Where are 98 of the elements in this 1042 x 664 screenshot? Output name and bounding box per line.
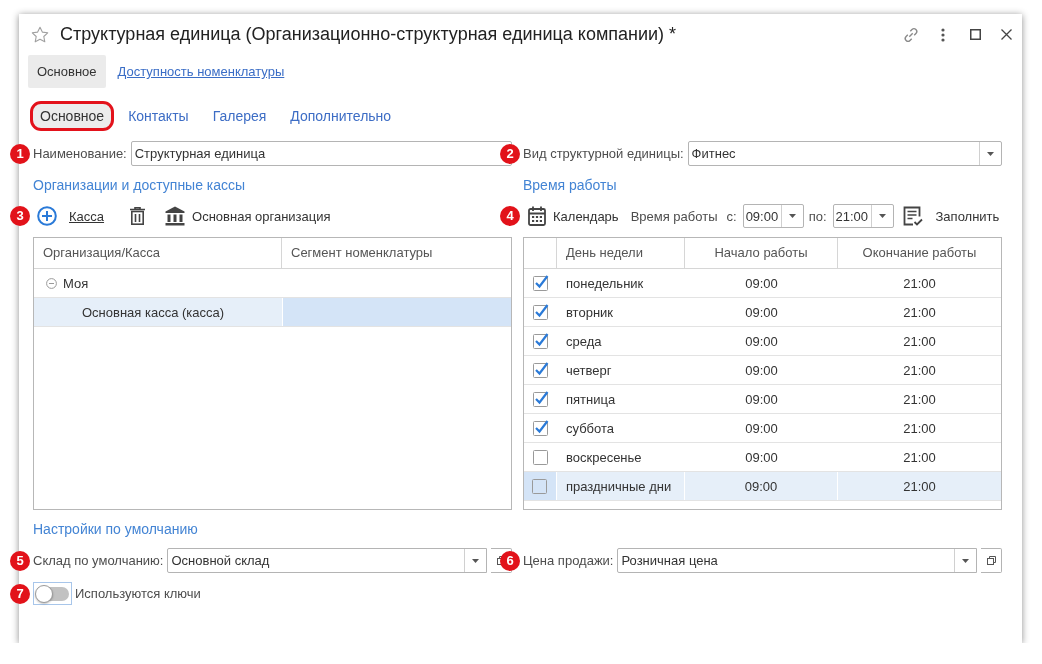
table-cell: 21:00	[903, 420, 936, 436]
maximize-icon[interactable]	[970, 29, 981, 40]
trash-icon[interactable]	[130, 207, 146, 225]
section-heading: Организации и доступные кассы	[33, 176, 247, 195]
open-button[interactable]	[981, 548, 1002, 573]
step-marker: 7	[10, 583, 30, 604]
table-cell: 09:00	[745, 362, 778, 378]
section-heading: Настройки по умолчанию	[33, 520, 199, 539]
from-label: с:	[726, 208, 737, 224]
table-row[interactable]: среда 09:00 21:00	[524, 327, 1001, 356]
column-header[interactable]: День недели	[557, 238, 685, 268]
tab[interactable]: Контакты	[118, 101, 199, 131]
dropdown-field[interactable]: Основной склад	[167, 548, 487, 573]
field-label: Вид структурной единицы:	[523, 146, 684, 161]
table-cell: среда	[566, 333, 602, 349]
checkbox[interactable]	[532, 449, 549, 465]
close-icon[interactable]	[1001, 29, 1012, 40]
table-cell: Моя	[63, 275, 89, 291]
table-cell: 21:00	[903, 478, 936, 494]
table-row[interactable]: вторник 09:00 21:00	[524, 298, 1001, 327]
time-field[interactable]: 09:00	[742, 204, 804, 228]
window-title: Структурная единица (Организационно-структурная единица компании) *	[60, 24, 677, 45]
checkbox[interactable]	[532, 478, 548, 494]
section-heading: Время работы	[523, 176, 618, 195]
field-label: Цена продажи:	[523, 553, 614, 568]
checkbox[interactable]	[532, 391, 549, 407]
column-header[interactable]: Сегмент номенклатуры	[282, 238, 511, 268]
time-field[interactable]: 21:00	[832, 204, 894, 228]
checkbox[interactable]	[532, 304, 549, 320]
step-marker: 1	[10, 143, 30, 164]
table-cell: праздничные дни	[566, 478, 672, 494]
field-label: Склад по умолчанию:	[33, 553, 164, 568]
table-cell: 09:00	[745, 391, 778, 407]
table-row[interactable]: четверг 09:00 21:00	[524, 356, 1001, 385]
table-cell: 09:00	[744, 478, 778, 494]
checkbox[interactable]	[532, 420, 549, 436]
checkbox[interactable]	[532, 362, 549, 378]
minus-circle-icon[interactable]	[46, 277, 57, 289]
table-cell: 21:00	[903, 391, 936, 407]
table-row[interactable]: суббота 09:00 21:00	[524, 414, 1001, 443]
more-icon[interactable]	[941, 27, 945, 42]
step-marker: 5	[10, 550, 30, 571]
to-label: по:	[808, 208, 827, 224]
table-cell: 21:00	[903, 304, 936, 320]
hours-label: Время работы	[630, 208, 718, 224]
toggle-label: Используются ключи	[75, 586, 201, 601]
table-cell: воскресенье	[566, 449, 642, 465]
tab[interactable]: Галерея	[202, 101, 277, 131]
column-header[interactable]: Организация/Касса	[34, 238, 282, 268]
step-marker: 4	[500, 206, 520, 226]
caret-icon	[788, 214, 796, 218]
checkbox[interactable]	[532, 275, 549, 291]
table-row[interactable]: праздничные дни 09:00 21:00	[524, 472, 1001, 501]
checkbox[interactable]	[532, 333, 549, 349]
table-cell: Основная касса (касса)	[82, 304, 225, 320]
table-cell: 21:00	[903, 449, 936, 465]
caret-icon	[987, 151, 994, 156]
table-row[interactable]: Основная касса (касса)	[34, 298, 511, 327]
calendar-icon	[528, 206, 546, 226]
dropdown-field[interactable]: Розничная цена	[617, 548, 977, 573]
column-header[interactable]: Окончание работы	[838, 238, 1001, 268]
table-cell: 21:00	[903, 275, 936, 291]
column-header[interactable]: Начало работы	[685, 238, 838, 268]
table-row[interactable]: понедельник 09:00 21:00	[524, 269, 1001, 298]
checklist-icon	[902, 206, 923, 226]
table-cell: 09:00	[745, 275, 778, 291]
caret-icon	[962, 558, 969, 563]
toggle-switch[interactable]	[33, 582, 72, 605]
squares-icon	[986, 556, 996, 565]
add-button[interactable]: Касса	[33, 206, 105, 226]
link-icon[interactable]	[903, 26, 919, 43]
table-cell: пятница	[566, 391, 616, 407]
star-icon[interactable]	[31, 25, 49, 44]
table-cell: вторник	[566, 304, 614, 320]
organization-button[interactable]: Основная организация	[165, 206, 331, 226]
tab[interactable]: Дополнительно	[280, 101, 402, 131]
table-cell: 09:00	[745, 449, 778, 465]
step-marker: 3	[10, 206, 30, 226]
tab[interactable]: Основное	[30, 101, 115, 131]
table-cell: 21:00	[903, 362, 936, 378]
bank-icon	[165, 206, 186, 226]
table-cell: 09:00	[745, 304, 778, 320]
fill-button[interactable]: Заполнить	[902, 206, 1000, 226]
nav-button[interactable]: Основное	[28, 55, 106, 88]
table-cell: 09:00	[745, 333, 778, 349]
dropdown-field[interactable]: Фитнес	[687, 141, 1002, 166]
table-cell: 21:00	[903, 333, 936, 349]
plus-circle-icon	[37, 206, 57, 226]
caret-icon	[878, 214, 886, 218]
table-cell: 09:00	[745, 420, 778, 436]
calendar-button[interactable]: Календарь	[523, 206, 619, 226]
table-cell: четверг	[566, 362, 612, 378]
table-cell: суббота	[566, 420, 615, 436]
field-label: Наименование:	[33, 146, 127, 161]
table-row[interactable]: пятница 09:00 21:00	[524, 385, 1001, 414]
table-cell: понедельник	[566, 275, 644, 291]
nav-link[interactable]: Доступность номенклатуры	[117, 64, 285, 79]
caret-icon	[472, 558, 479, 563]
